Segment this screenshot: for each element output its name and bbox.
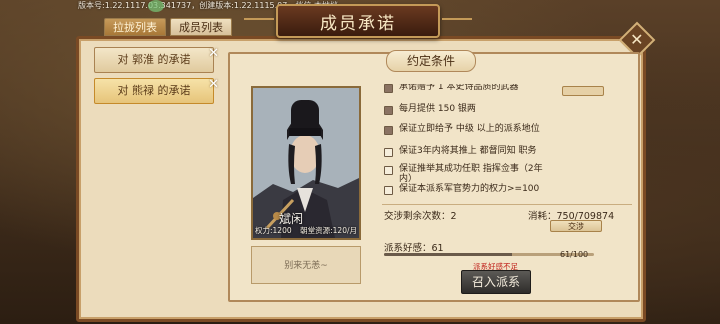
summon-to-faction-button[interactable]: 召入派系 — [461, 270, 531, 294]
condition-text: 每月提供 150 银两 — [399, 104, 476, 114]
tab-recruit-list[interactable]: 拉拢列表 — [104, 18, 166, 36]
condition-item: 保证推举其成功任职 指挥佥事（2年内） — [384, 164, 552, 184]
condition-item: 保证本派系军官势力的权力>=100 — [384, 184, 552, 195]
condition-item: 保证3年内将其推上 都督同知 职务 — [384, 146, 552, 157]
character-message: 别来无恙~ — [251, 246, 361, 284]
remove-icon[interactable]: ✕ — [208, 42, 219, 66]
list-item-promise-xionglu[interactable]: 对 熊禄 的承诺 ✕ — [94, 77, 219, 104]
condition-item: 每月提供 150 银两 — [384, 104, 624, 115]
close-icon: ✕ — [630, 30, 644, 49]
character-resource: 朝堂资源:120/月 — [300, 226, 357, 235]
remove-icon[interactable]: ✕ — [208, 73, 219, 97]
list-item-label: 对 郭淮 的承诺 — [117, 53, 191, 66]
checkbox-unchecked — [384, 166, 393, 175]
page-title: 成员承诺 — [320, 13, 396, 34]
negotiate-label: 交涉剩余次数： — [384, 211, 451, 222]
condition-text: 保证3年内将其推上 都督同知 职务 — [399, 146, 537, 156]
character-power: 权力:1200 — [255, 226, 292, 235]
list-item-promise-guohuai[interactable]: 对 郭淮 的承诺 ✕ — [94, 46, 219, 73]
character-stats: 权力:1200 朝堂资源:120/月 — [255, 225, 357, 236]
checkbox-checked — [384, 106, 393, 115]
checkbox-checked — [384, 84, 393, 93]
checkbox-checked — [384, 126, 393, 135]
faction-favor: 派系好感：61 — [384, 240, 444, 254]
checkbox-unchecked — [384, 186, 393, 195]
checkbox-unchecked — [384, 148, 393, 157]
conditions-header: 约定条件 — [386, 50, 476, 72]
condition-text: 承诺赠予 1 本史诗品质的武器 — [399, 84, 519, 92]
condition-text: 保证推举其成功任职 指挥佥事（2年内） — [399, 164, 543, 184]
title-banner: 成员承诺 — [244, 4, 472, 38]
condition-text: 保证立即给予 中级 以上的派系地位 — [399, 124, 540, 134]
condition-item: 承诺赠予 1 本史诗品质的武器 — [384, 84, 624, 93]
conditions-list: 承诺赠予 1 本史诗品质的武器 每月提供 150 银两 保证立即给予 中级 以上… — [384, 84, 624, 202]
condition-item: 保证立即给予 中级 以上的派系地位 — [384, 124, 552, 135]
list-item-label: 对 熊禄 的承诺 — [117, 84, 191, 97]
negotiate-button[interactable]: 交涉 — [550, 220, 602, 232]
character-illustration — [253, 88, 359, 238]
favor-count: 61/100 — [560, 250, 589, 259]
divider — [382, 204, 632, 205]
condition-text: 保证本派系军官势力的权力>=100 — [399, 184, 540, 194]
tab-member-list[interactable]: 成员列表 — [170, 18, 232, 36]
favor-progress-fill — [384, 253, 513, 256]
floating-indicator — [148, 0, 164, 12]
negotiate-value: 2 — [450, 211, 457, 222]
negotiate-remaining: 交涉剩余次数：2 — [384, 208, 457, 222]
character-portrait: 斌闲 权力:1200 朝堂资源:120/月 — [251, 86, 361, 240]
